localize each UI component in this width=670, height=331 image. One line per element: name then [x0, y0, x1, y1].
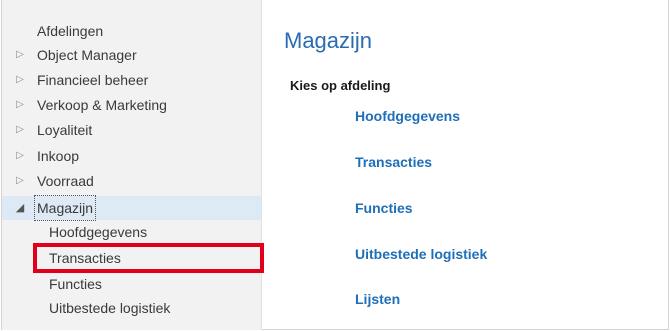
sidebar-item-voorraad[interactable]: ▷ Voorraad: [2, 169, 261, 193]
sidebar-item-label: Object Manager: [37, 47, 137, 63]
expand-arrow-icon[interactable]: ▷: [14, 68, 26, 92]
sidebar-item-label: Verkoop & Marketing: [37, 97, 167, 113]
sidebar-subitem-label: Hoofdgegevens: [49, 224, 148, 240]
sidebar-item-label: Loyaliteit: [37, 122, 93, 138]
sidebar-item-afdelingen[interactable]: Afdelingen: [2, 19, 261, 43]
sidebar-item-label: Magazijn: [33, 195, 97, 221]
expand-arrow-icon[interactable]: ▷: [14, 144, 26, 168]
link-hoofdgegevens[interactable]: Hoofdgegevens: [355, 108, 460, 124]
sidebar-item-label: Financieel beheer: [37, 72, 149, 88]
link-uitbestede-logistiek[interactable]: Uitbestede logistiek: [355, 246, 487, 262]
sidebar-item-label: Afdelingen: [37, 23, 104, 39]
sidebar-item-financieel-beheer[interactable]: ▷ Financieel beheer: [2, 68, 261, 92]
sidebar-subitem-label: Uitbestede logistiek: [49, 300, 171, 316]
sidebar-subitem-label: Transacties: [49, 250, 121, 266]
link-lijsten[interactable]: Lijsten: [355, 291, 400, 307]
sidebar-subitem-hoofdgegevens[interactable]: Hoofdgegevens: [2, 220, 261, 244]
page-title: Magazijn: [284, 28, 373, 53]
sidebar-item-object-manager[interactable]: ▷ Object Manager: [2, 43, 261, 67]
sidebar-subitem-label: Functies: [49, 276, 102, 292]
sidebar-item-label: Voorraad: [37, 173, 94, 189]
sidebar-item-label: Inkoop: [37, 148, 80, 164]
sidebar-item-loyaliteit[interactable]: ▷ Loyaliteit: [2, 118, 261, 142]
expand-arrow-icon[interactable]: ▷: [14, 169, 26, 193]
expand-arrow-icon[interactable]: ▷: [14, 93, 26, 117]
expand-arrow-icon[interactable]: ▷: [14, 118, 26, 142]
sidebar-subitem-transacties[interactable]: Transacties: [2, 246, 261, 270]
main-content: Magazijn Kies op afdeling Hoofdgegevens …: [262, 0, 668, 330]
expand-arrow-icon[interactable]: ▷: [14, 43, 26, 67]
collapse-arrow-icon[interactable]: ◢: [14, 196, 26, 220]
link-transacties[interactable]: Transacties: [355, 154, 432, 170]
sidebar: Afdelingen ▷ Object Manager ▷ Financieel…: [2, 0, 262, 330]
sidebar-item-magazijn[interactable]: ◢ Magazijn: [2, 195, 261, 221]
sidebar-item-inkoop[interactable]: ▷ Inkoop: [2, 144, 261, 168]
sidebar-subitem-functies[interactable]: Functies: [2, 272, 261, 296]
sidebar-subitem-uitbestede-logistiek[interactable]: Uitbestede logistiek: [2, 296, 261, 320]
section-heading: Kies op afdeling: [290, 78, 391, 93]
link-functies[interactable]: Functies: [355, 200, 413, 216]
sidebar-item-verkoop-marketing[interactable]: ▷ Verkoop & Marketing: [2, 93, 261, 117]
